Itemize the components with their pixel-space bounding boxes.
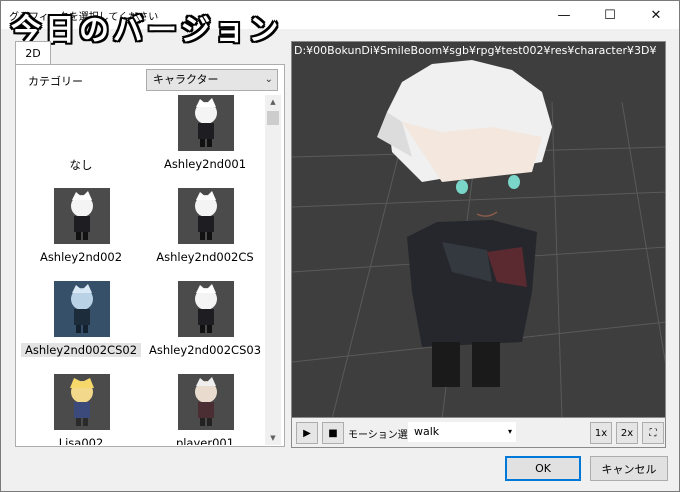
item-label: Ashley2nd002 [39,250,123,264]
fullscreen-button[interactable]: ⛶ [642,422,664,444]
playback-controls: ▶ ■ モーション選択 walk ▾ 1x 2x ⛶ [291,418,666,448]
speed-2x-button[interactable]: 2x [616,422,638,444]
play-icon: ▶ [303,427,311,439]
ok-button[interactable]: OK [505,456,581,481]
graphic-list: なし Ashley2nd001 Ashley2nd002 Ashley2nd00… [17,95,267,445]
scrollbar-thumb[interactable] [267,111,279,125]
character-thumbnail [54,374,110,430]
motion-select[interactable]: walk ▾ [408,422,516,442]
minimize-button[interactable]: — [541,1,587,29]
list-item[interactable]: Ashley2nd002CS03 [145,281,265,371]
item-label: Ashley2nd002CS [156,250,254,264]
dialog-window: グラフィックを選択してください — ☐ ✕ 今日のバージョン 2D カテゴリー … [0,0,680,492]
scroll-down-icon[interactable]: ▼ [265,431,281,445]
category-select-value: キャラクター [153,73,219,86]
character-thumbnail [178,95,234,151]
list-item[interactable]: Lisa002 [21,374,141,445]
motion-select-value: walk [414,425,440,438]
close-button[interactable]: ✕ [633,1,679,29]
stop-icon: ■ [328,427,338,439]
scroll-up-icon[interactable]: ▲ [265,95,281,109]
play-button[interactable]: ▶ [296,422,318,444]
stop-button[interactable]: ■ [322,422,344,444]
category-label: カテゴリー [28,75,83,88]
list-item[interactable]: Ashley2nd001 [145,95,265,185]
item-label: Ashley2nd002CS03 [148,343,262,357]
model-preview[interactable]: D:¥00BokunDi¥SmileBoom¥sgb¥rpg¥test002¥r… [291,41,666,418]
tab-2d[interactable]: 2D [15,41,51,65]
character-thumbnail [178,188,234,244]
list-item[interactable]: なし [21,95,141,185]
item-label: Lisa002 [58,436,104,445]
character-thumbnail [178,374,234,430]
chevron-down-icon: ▾ [507,427,512,436]
character-thumbnail [178,281,234,337]
preview-canvas [292,60,665,417]
fullscreen-icon: ⛶ [649,427,657,439]
graphic-list-panel: カテゴリー キャラクター ⌄ なし Ashley2nd001 Ashley2nd… [15,64,285,447]
chevron-down-icon: ⌄ [264,74,273,85]
list-item-selected[interactable]: Ashley2nd002CS02 [21,281,141,371]
version-banner: 今日のバージョン [11,13,283,48]
item-label: Ashley2nd001 [163,157,247,171]
item-label: player001 [175,436,235,445]
item-label: なし [69,158,93,172]
character-thumbnail [54,281,110,337]
character-thumbnail [54,188,110,244]
speed-1x-button[interactable]: 1x [590,422,612,444]
maximize-button[interactable]: ☐ [587,1,633,29]
item-label: Ashley2nd002CS02 [21,343,141,357]
model-path: D:¥00BokunDi¥SmileBoom¥sgb¥rpg¥test002¥r… [294,44,657,57]
list-item[interactable]: player001 [145,374,265,445]
list-scrollbar[interactable]: ▲ ▼ [265,95,281,445]
cancel-button[interactable]: キャンセル [590,456,668,481]
list-item[interactable]: Ashley2nd002CS [145,188,265,278]
category-select[interactable]: キャラクター ⌄ [146,69,278,91]
list-item[interactable]: Ashley2nd002 [21,188,141,278]
